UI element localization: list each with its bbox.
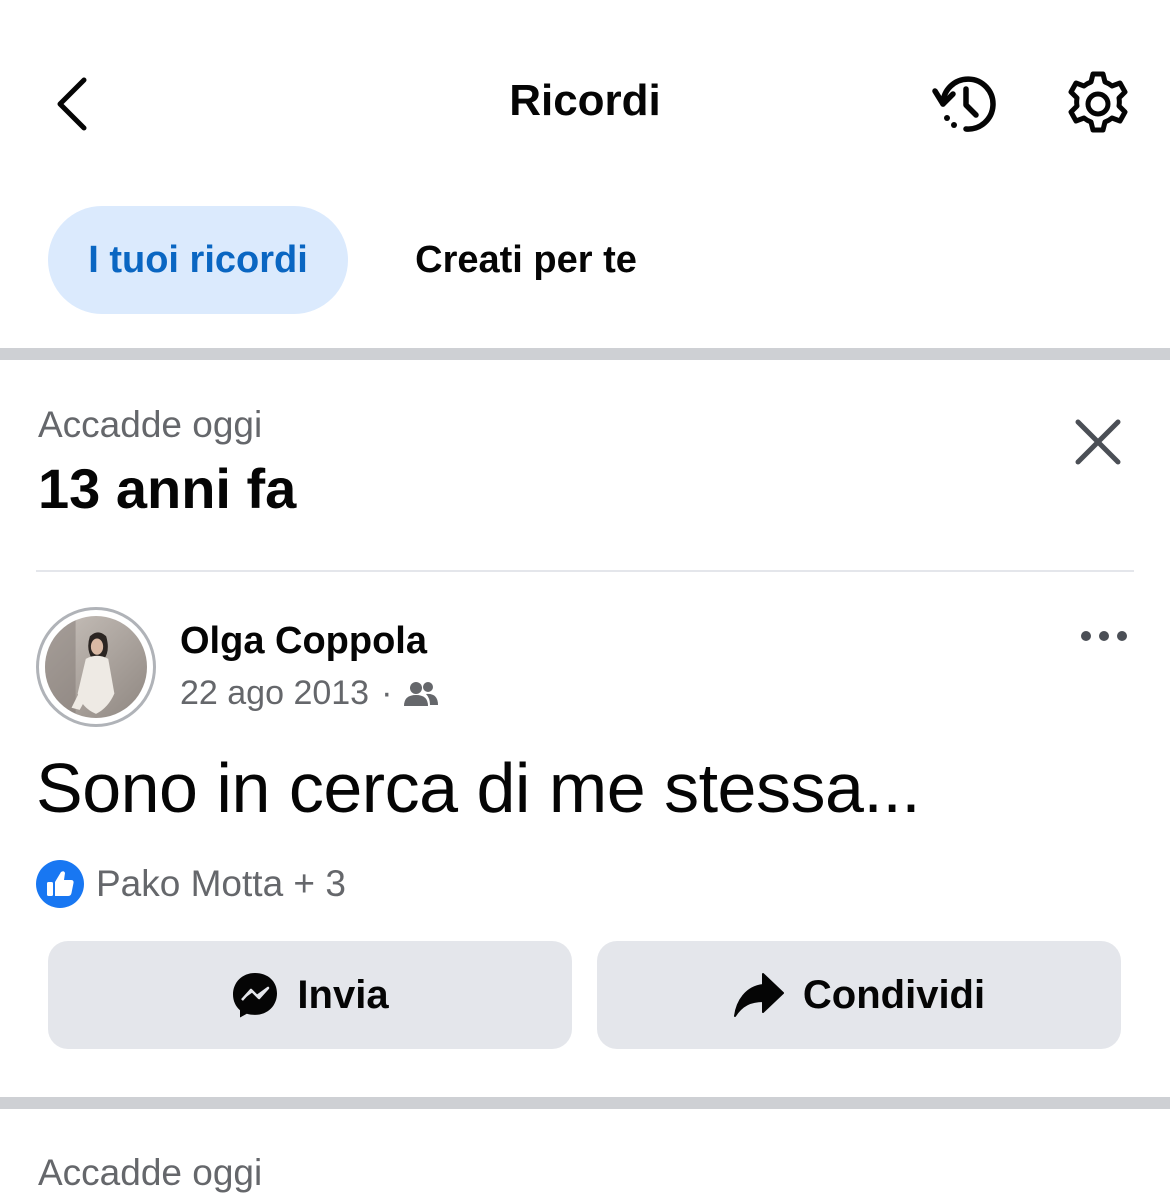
post-options-button[interactable] bbox=[1074, 616, 1134, 656]
history-icon bbox=[932, 76, 996, 132]
send-button[interactable]: Invia bbox=[48, 941, 572, 1049]
post-date[interactable]: 22 ago 2013 bbox=[180, 674, 369, 713]
more-horizontal-icon bbox=[1081, 631, 1127, 641]
meta-separator: · bbox=[381, 674, 393, 712]
friends-icon bbox=[404, 681, 439, 706]
post-meta: 22 ago 2013 · bbox=[180, 674, 439, 713]
reactions-text: Pako Motta + 3 bbox=[96, 863, 346, 904]
close-icon bbox=[1075, 419, 1121, 465]
divider bbox=[36, 570, 1134, 572]
dismiss-memory-button[interactable] bbox=[1066, 410, 1130, 474]
memory-years-ago: 13 anni fa bbox=[38, 457, 297, 520]
section-divider bbox=[0, 348, 1170, 360]
share-button[interactable]: Condividi bbox=[597, 941, 1121, 1049]
next-section-label: Accadde oggi bbox=[38, 1152, 263, 1193]
like-reaction-icon bbox=[36, 860, 84, 908]
settings-button[interactable] bbox=[1060, 66, 1136, 142]
post-author-name[interactable]: Olga Coppola bbox=[180, 620, 427, 663]
reactions-summary[interactable]: Pako Motta + 3 bbox=[36, 860, 346, 908]
share-label: Condividi bbox=[802, 972, 986, 1017]
share-arrow-icon bbox=[733, 973, 784, 1017]
memories-history-button[interactable] bbox=[926, 66, 1006, 142]
post-text: Sono in cerca di me stessa... bbox=[36, 749, 921, 827]
profile-photo bbox=[45, 616, 147, 718]
send-label: Invia bbox=[297, 972, 389, 1017]
tab-your-memories[interactable]: I tuoi ricordi bbox=[48, 206, 348, 314]
gear-icon bbox=[1068, 71, 1128, 133]
section-divider bbox=[0, 1097, 1170, 1109]
avatar[interactable] bbox=[36, 607, 156, 727]
tab-created-for-you[interactable]: Creati per te bbox=[384, 206, 668, 314]
messenger-icon bbox=[233, 973, 278, 1018]
memory-section-label: Accadde oggi bbox=[38, 404, 263, 445]
